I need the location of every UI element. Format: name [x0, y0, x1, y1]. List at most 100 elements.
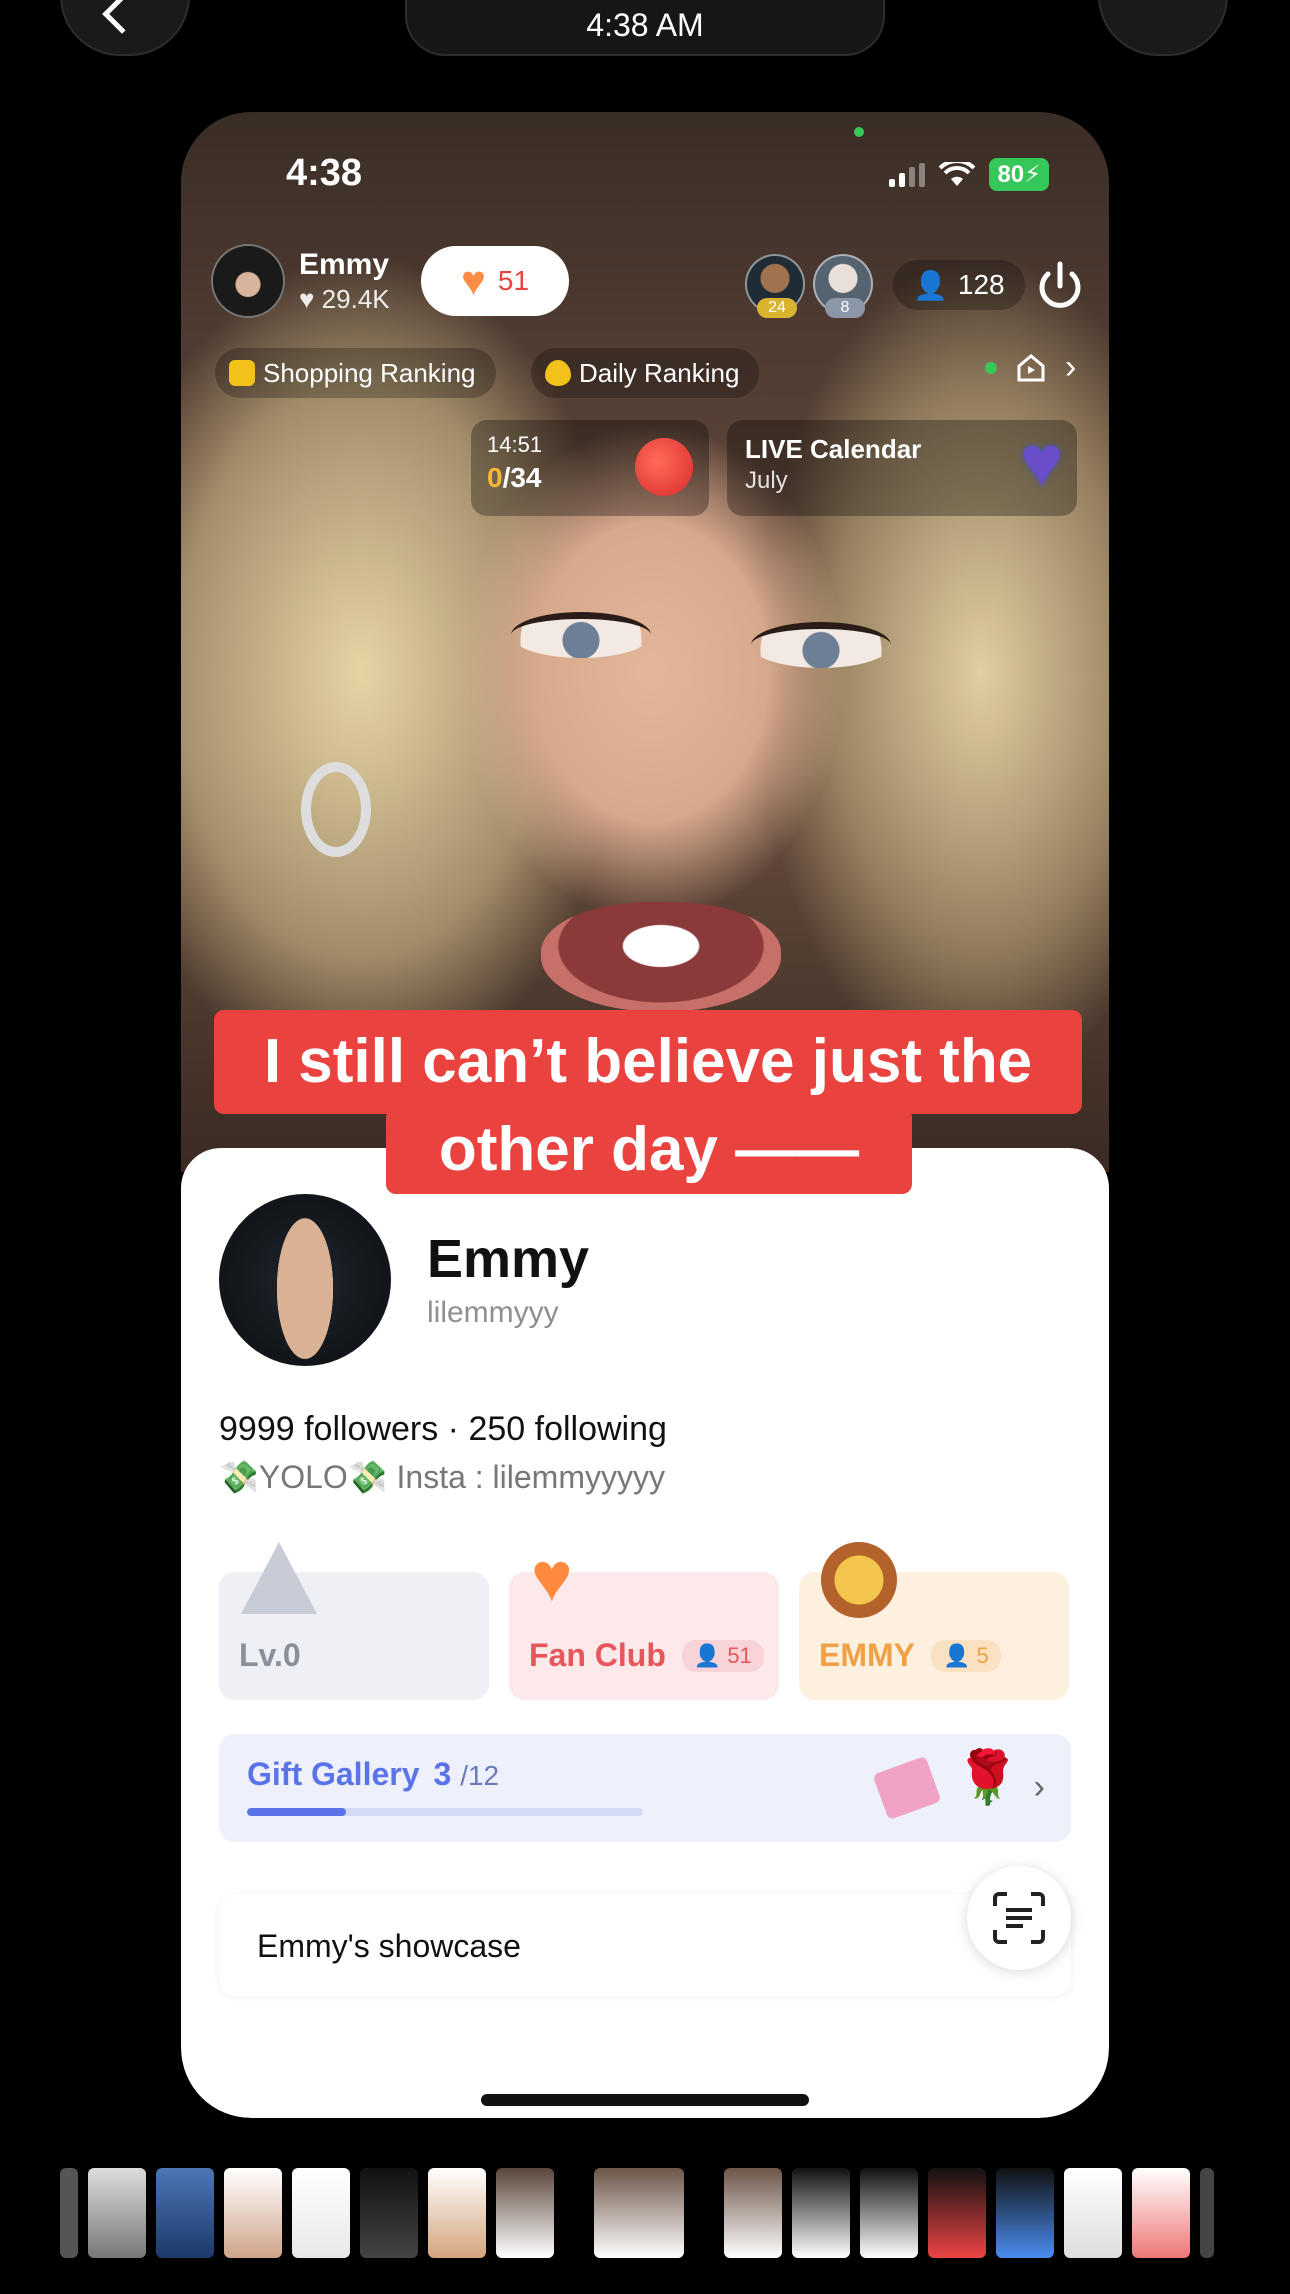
gift-gallery-total: /12	[460, 1760, 500, 1791]
profile-avatar[interactable]	[219, 1194, 391, 1366]
live-status-dot-icon	[985, 361, 997, 374]
heart-icon: ♥	[460, 257, 486, 304]
emmy-team-card[interactable]: EMMY 👤 5	[799, 1542, 1069, 1700]
video-eye-left	[511, 612, 651, 658]
fan-club-join-button[interactable]: ♥ 51	[421, 246, 569, 316]
person-icon: 👤	[913, 269, 948, 301]
viewer-menu-button[interactable]	[1098, 0, 1228, 56]
battery-icon: 80⚡	[989, 158, 1049, 191]
goal-mascot-icon	[635, 438, 693, 496]
daily-ranking-chip[interactable]: Daily Ranking	[531, 348, 760, 398]
thumbnail[interactable]	[594, 2168, 684, 2258]
emmy-team-members: 5	[976, 1642, 989, 1668]
caption-line-2: other day ——	[386, 1108, 912, 1194]
profile-sheet: Emmy lilemmyyy 9999 followers · 250 foll…	[181, 1148, 1109, 2118]
video-eye-right	[751, 622, 891, 668]
viewer-badge: 24	[757, 298, 797, 318]
thumbnail[interactable]	[860, 2168, 918, 2258]
goal-total: /34	[502, 462, 542, 493]
live-goal-card[interactable]: 14:51 0/34	[471, 420, 709, 516]
level-label: Lv.0	[239, 1637, 301, 1673]
scan-text-icon	[993, 1892, 1045, 1944]
thumbnail[interactable]	[1200, 2168, 1214, 2258]
heart-small-icon: ♥	[299, 283, 315, 314]
shopping-ranking-chip[interactable]: Shopping Ranking	[215, 348, 496, 398]
home-indicator[interactable]	[481, 2094, 809, 2106]
shopping-ranking-label: Shopping Ranking	[263, 357, 476, 388]
fan-club-members: 51	[727, 1642, 752, 1668]
viewer-time: 4:38 AM	[586, 6, 704, 43]
fan-club-card[interactable]: ♥ Fan Club 👤 51	[509, 1542, 779, 1700]
calendar-month: July	[745, 467, 788, 494]
thumbnail[interactable]	[496, 2168, 554, 2258]
shopping-bag-icon	[229, 360, 255, 386]
thumbnail[interactable]	[224, 2168, 282, 2258]
thumbnail[interactable]	[88, 2168, 146, 2258]
scan-text-button[interactable]	[967, 1866, 1071, 1970]
live-calendar-card[interactable]: LIVE Calendar July ♥	[727, 420, 1077, 516]
close-live-power-icon[interactable]	[1033, 260, 1087, 314]
gift-ticket-icon	[872, 1755, 942, 1821]
person-icon: 👤	[943, 1642, 977, 1668]
host-avatar[interactable]	[211, 244, 285, 318]
wifi-icon	[939, 158, 976, 188]
showcase-row[interactable]: Emmy's showcase	[219, 1894, 1071, 1996]
rose-icon: 🌹	[955, 1749, 1020, 1807]
back-arrow-icon	[102, 0, 142, 34]
video-mouth	[541, 902, 781, 1012]
host-info-box[interactable]: Emmy ♥ 29.4K	[211, 244, 390, 318]
viewer-time-pill: 4:38 AM	[405, 0, 885, 56]
gift-gallery-row[interactable]: Gift Gallery 3 /12 🌹 ›	[219, 1734, 1071, 1842]
host-name: Emmy	[299, 247, 390, 281]
profile-bio: 💸YOLO💸 Insta : lilemmyyyyy	[219, 1459, 665, 1495]
thumbnail[interactable]	[996, 2168, 1054, 2258]
profile-stats[interactable]: 9999 followers · 250 following	[219, 1410, 667, 1449]
gift-gallery-progress	[247, 1808, 643, 1816]
gift-gallery-label: Gift Gallery	[247, 1756, 420, 1792]
explore-shortcuts[interactable]: ›	[985, 348, 1076, 387]
chevron-right-icon: ›	[1033, 1768, 1045, 1806]
thumbnail[interactable]	[792, 2168, 850, 2258]
profile-name: Emmy	[427, 1229, 590, 1289]
flame-icon	[545, 360, 571, 386]
thumbnail-strip	[60, 2168, 1214, 2258]
level-arrow-icon	[241, 1542, 317, 1614]
viewer-count-button[interactable]: 👤 128	[893, 260, 1025, 310]
daily-ranking-label: Daily Ranking	[579, 357, 740, 388]
calendar-title: LIVE Calendar	[745, 434, 922, 464]
host-likes: 29.4K	[321, 283, 390, 314]
emmy-team-label: EMMY	[819, 1637, 915, 1673]
top-viewer-avatar[interactable]: 24	[745, 254, 805, 318]
status-icons: 80⚡	[889, 158, 1049, 191]
fan-club-heart-icon: ♥	[531, 1538, 573, 1616]
viewer-badge: 8	[825, 298, 865, 318]
fan-club-label: Fan Club	[529, 1637, 666, 1673]
level-card[interactable]: Lv.0	[219, 1542, 489, 1700]
calendar-heart-icon: ♥	[1020, 422, 1063, 502]
status-time: 4:38	[286, 152, 363, 194]
profile-handle: lilemmyyy	[427, 1296, 559, 1329]
top-viewer-avatar[interactable]: 8	[813, 254, 873, 318]
video-earring	[301, 762, 371, 857]
caption-line-1: I still can’t believe just the	[214, 1010, 1082, 1114]
thumbnail[interactable]	[1064, 2168, 1122, 2258]
home-icon[interactable]	[1015, 352, 1047, 384]
showcase-label: Emmy's showcase	[257, 1928, 521, 1964]
fan-club-count: 51	[497, 265, 530, 296]
thumbnail[interactable]	[1132, 2168, 1190, 2258]
lion-icon	[821, 1542, 897, 1618]
thumbnail[interactable]	[428, 2168, 486, 2258]
chevron-right-icon[interactable]: ›	[1065, 348, 1076, 387]
thumbnail[interactable]	[292, 2168, 350, 2258]
viewer-back-button[interactable]	[60, 0, 190, 56]
goal-current: 0	[487, 462, 503, 493]
thumbnail[interactable]	[360, 2168, 418, 2258]
thumbnail[interactable]	[60, 2168, 78, 2258]
thumbnail[interactable]	[724, 2168, 782, 2258]
battery-level: 80	[997, 161, 1025, 188]
viewer-count: 128	[957, 269, 1005, 300]
thumbnail[interactable]	[156, 2168, 214, 2258]
gift-gallery-progress-fill	[247, 1808, 346, 1816]
thumbnail[interactable]	[928, 2168, 986, 2258]
gift-gallery-collected: 3	[433, 1756, 452, 1792]
